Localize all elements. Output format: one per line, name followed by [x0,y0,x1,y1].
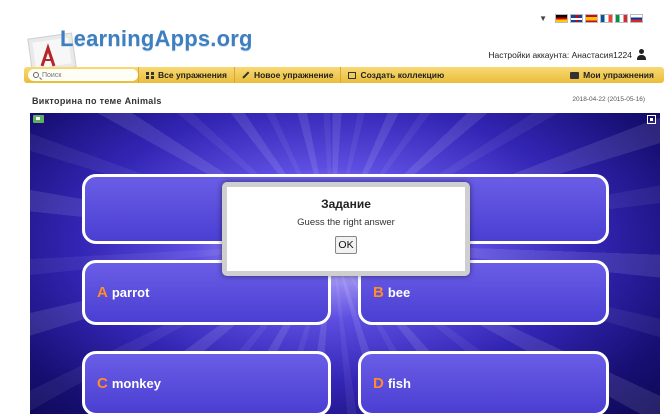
nav-create-collection-label: Создать коллекцию [360,70,445,80]
page-title: Викторина по теме Animals [32,96,162,106]
folder-icon [570,71,580,79]
flag-ru-icon[interactable] [630,14,643,23]
nav-new-exercise-label: Новое упражнение [253,70,334,80]
flag-de-icon[interactable] [555,14,568,23]
app-info-icon[interactable] [33,115,44,123]
flag-gb-icon[interactable] [570,14,583,23]
flag-it-icon[interactable] [615,14,628,23]
answer-d-letter: D [373,375,384,392]
answer-d-text: fish [387,376,411,391]
collection-icon [348,71,357,79]
account-settings-link[interactable]: Настройки аккаунта: Анастасия1224 [488,50,632,60]
grid-icon [146,71,154,79]
account-settings[interactable]: Настройки аккаунта: Анастасия1224 [488,49,647,60]
search-input[interactable] [42,71,122,79]
flag-fr-icon[interactable] [600,14,613,23]
chevron-down-icon[interactable]: ▼ [539,14,547,23]
user-icon[interactable] [636,49,647,60]
answer-b-letter: B [373,284,384,301]
nav-all-exercises-label: Все упражнения [158,70,227,80]
answer-c-letter: C [97,375,108,392]
answer-b-text: bee [387,285,411,300]
nav-all-exercises[interactable]: Все упражнения [138,67,234,83]
answer-c-button[interactable]: C monkey [82,351,331,414]
dialog-title: Задание [321,197,371,211]
language-flags: ▼ [539,14,643,23]
answer-c-text: monkey [111,376,161,391]
search-box[interactable] [28,69,138,81]
fullscreen-icon[interactable] [647,115,656,124]
ok-button[interactable]: OK [335,236,357,254]
nav-my-exercises-label: Мои упражнения [583,70,654,80]
nav-create-collection[interactable]: Создать коллекцию [340,67,451,83]
logo-text[interactable]: LearningApps.org [60,26,253,52]
search-icon [33,72,39,78]
pencil-icon [242,71,250,79]
flag-es-icon[interactable] [585,14,598,23]
nav-new-exercise[interactable]: Новое упражнение [233,67,340,83]
task-dialog: Задание Guess the right answer OK [222,182,470,276]
answer-a-letter: A [97,284,108,301]
answer-a-text: parrot [111,285,150,300]
page: LearningApps.org ▼ Настройки аккаунта: А… [0,0,667,414]
answer-d-button[interactable]: D fish [358,351,609,414]
main-nav: Все упражнения Новое упражнение Создать … [24,67,664,83]
dialog-text: Guess the right answer [297,217,395,228]
nav-my-exercises[interactable]: Мои упражнения [563,67,664,83]
page-dates: 2018-04-22 (2015-05-16) [572,96,645,103]
